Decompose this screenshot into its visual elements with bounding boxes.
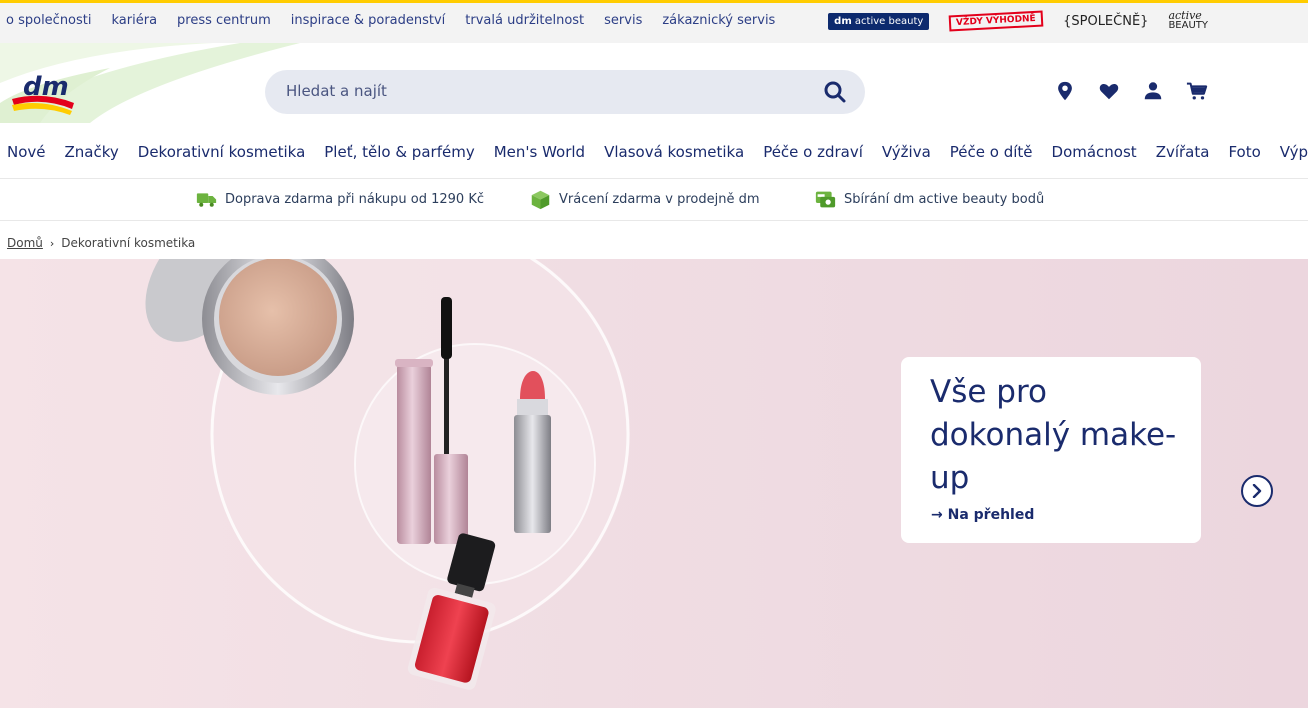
nav-item-skin-body-perfume[interactable]: Pleť, tělo & parfémy <box>324 143 474 161</box>
cart-icon[interactable] <box>1186 80 1208 102</box>
nav-item-brands[interactable]: Značky <box>65 143 119 161</box>
utility-link-company[interactable]: o společnosti <box>6 13 92 28</box>
usp-divider <box>0 220 1308 221</box>
hero-card[interactable]: Vše pro dokonalý make-up → Na přehled <box>901 357 1201 543</box>
dm-logo[interactable]: dm <box>10 69 76 115</box>
main-nav: Nové Značky Dekorativní kosmetika Pleť, … <box>7 143 1308 161</box>
nav-item-mens-world[interactable]: Men's World <box>494 143 585 161</box>
package-icon <box>531 190 550 210</box>
active-beauty-badge[interactable]: dm active beauty <box>828 12 930 30</box>
breadcrumb: Domů › Dekorativní kosmetika <box>7 236 195 250</box>
utility-link-press[interactable]: press centrum <box>177 13 271 28</box>
nav-divider <box>0 178 1308 179</box>
usp-returns[interactable]: Vrácení zdarma v prodejně dm <box>530 189 760 210</box>
breadcrumb-current: Dekorativní kosmetika <box>61 236 196 250</box>
hero-overview-link[interactable]: → Na přehled <box>931 507 1034 523</box>
nav-item-hair-cosmetics[interactable]: Vlasová kosmetika <box>604 143 744 161</box>
usp-shipping-label: Doprava zdarma při nákupu od 1290 Kč <box>225 192 485 207</box>
breadcrumb-home[interactable]: Domů <box>7 236 43 250</box>
active-beauty-logo[interactable]: active BEAUTY <box>1168 10 1208 31</box>
chevron-right-icon <box>1252 484 1262 498</box>
search-icon[interactable] <box>823 80 847 104</box>
hero-title: Vše pro dokonalý make-up <box>930 374 1177 496</box>
utility-links: o společnosti kariéra press centrum insp… <box>6 13 775 28</box>
header-icons <box>1054 80 1208 102</box>
utility-bar: o společnosti kariéra press centrum insp… <box>0 0 1308 43</box>
truck-icon <box>196 193 217 207</box>
nav-item-baby-care[interactable]: Péče o dítě <box>950 143 1033 161</box>
brand-badges: dm active beauty VŽDY VÝHODNĚ {SPOLEČNĚ}… <box>828 10 1208 32</box>
loyalty-card-icon <box>815 191 836 208</box>
utility-link-service[interactable]: servis <box>604 13 642 28</box>
utility-link-career[interactable]: kariéra <box>112 13 158 28</box>
search-bar[interactable]: Hledat a najít <box>265 70 865 114</box>
chevron-right-icon: › <box>49 236 55 250</box>
active-beauty-logo-bottom: BEAUTY <box>1168 20 1208 31</box>
usp-points-label: Sbírání dm active beauty bodů <box>844 192 1045 207</box>
heart-icon[interactable] <box>1098 80 1120 102</box>
dm-logo-text: dm <box>23 72 69 102</box>
utility-link-inspiration[interactable]: inspirace & poradenství <box>291 13 446 28</box>
nav-item-decorative-cosmetics[interactable]: Dekorativní kosmetika <box>138 143 305 161</box>
usp-points[interactable]: Sbírání dm active beauty bodů <box>815 189 1044 210</box>
nav-item-sale[interactable]: Výprodej <box>1280 143 1308 161</box>
search-input[interactable]: Hledat a najít <box>286 82 387 100</box>
utility-link-sustainability[interactable]: trvalá udržitelnost <box>465 13 584 28</box>
spolecne-badge[interactable]: {SPOLEČNĚ} <box>1063 14 1148 29</box>
nav-item-nutrition[interactable]: Výživa <box>882 143 931 161</box>
nav-item-health-care[interactable]: Péče o zdraví <box>763 143 863 161</box>
carousel-next-button[interactable] <box>1241 475 1273 507</box>
location-icon[interactable] <box>1054 80 1076 102</box>
vzdy-vyhodne-badge[interactable]: VŽDY VÝHODNĚ <box>948 10 1044 32</box>
usp-shipping[interactable]: Doprava zdarma při nákupu od 1290 Kč <box>196 189 484 210</box>
user-icon[interactable] <box>1142 80 1164 102</box>
utility-link-customer-service[interactable]: zákaznický servis <box>662 13 775 28</box>
nav-item-new[interactable]: Nové <box>7 143 46 161</box>
header: dm Hledat a najít <box>0 43 1308 135</box>
active-beauty-label: active beauty <box>854 15 924 27</box>
usp-returns-label: Vrácení zdarma v prodejně dm <box>559 192 760 207</box>
hero-banner[interactable]: Vše pro dokonalý make-up → Na přehled <box>0 259 1308 708</box>
nav-item-photo[interactable]: Foto <box>1228 143 1260 161</box>
nav-item-animals[interactable]: Zvířata <box>1156 143 1210 161</box>
nav-item-household[interactable]: Domácnost <box>1052 143 1137 161</box>
